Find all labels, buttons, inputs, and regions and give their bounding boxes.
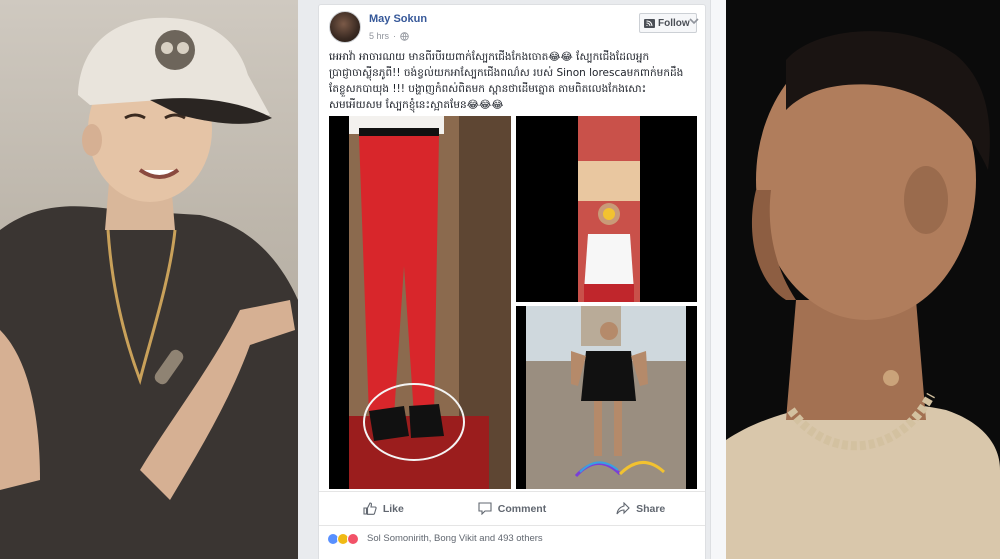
feed-side-strip [710, 0, 726, 559]
love-reaction-icon [347, 532, 359, 545]
like-button[interactable]: Like [319, 492, 448, 525]
share-label: Share [636, 502, 666, 515]
facebook-post-card: May Sokun 5 hrs · Follow អេអាវ៉ា អាចារណយ… [318, 4, 706, 559]
rss-icon [644, 18, 655, 28]
author-name[interactable]: May Sokun [369, 13, 427, 25]
right-photo [726, 0, 1000, 559]
post-meta: 5 hrs · [369, 31, 409, 41]
post-image-man-black-dress[interactable] [516, 306, 697, 489]
author-avatar[interactable] [329, 11, 361, 43]
man-white-shirt-image-art [516, 116, 697, 302]
comment-button[interactable]: Comment [448, 492, 577, 525]
post-text: អេអាវ៉ា អាចារណយ មានពីរបីរយពាក់ស្បែកជើងកែ… [329, 51, 684, 111]
comment-label: Comment [497, 502, 547, 515]
reactions-summary[interactable]: Sol Somonirith, Bong Vikit and 493 other… [319, 525, 705, 551]
thumbs-up-icon [363, 502, 377, 515]
right-photo-art [726, 0, 1000, 559]
post-time[interactable]: 5 hrs [369, 31, 389, 41]
comment-icon [478, 502, 492, 515]
reactions-names[interactable]: Sol Somonirith, Bong Vikit and 493 other… [367, 533, 543, 544]
post-image-man-white-shirt[interactable] [516, 116, 697, 302]
left-photo-art [0, 17, 298, 559]
follow-label: Follow [658, 17, 690, 29]
post-actions-bar: Like Comment Share [319, 491, 705, 525]
red-pants-image-art [329, 116, 511, 489]
facebook-post-area: May Sokun 5 hrs · Follow អេអាវ៉ា អាចារណយ… [298, 0, 726, 559]
share-button[interactable]: Share [576, 492, 705, 525]
post-media-grid [329, 116, 697, 489]
globe-icon [400, 31, 409, 41]
left-photo [0, 0, 298, 559]
meta-dot: · [393, 31, 397, 41]
man-black-dress-image-art [516, 306, 697, 489]
post-header: May Sokun 5 hrs · Follow [329, 11, 699, 47]
share-icon [616, 502, 630, 515]
post-options-chevron-icon[interactable] [689, 15, 699, 27]
post-image-red-pants[interactable] [329, 116, 511, 489]
like-label: Like [382, 502, 404, 515]
